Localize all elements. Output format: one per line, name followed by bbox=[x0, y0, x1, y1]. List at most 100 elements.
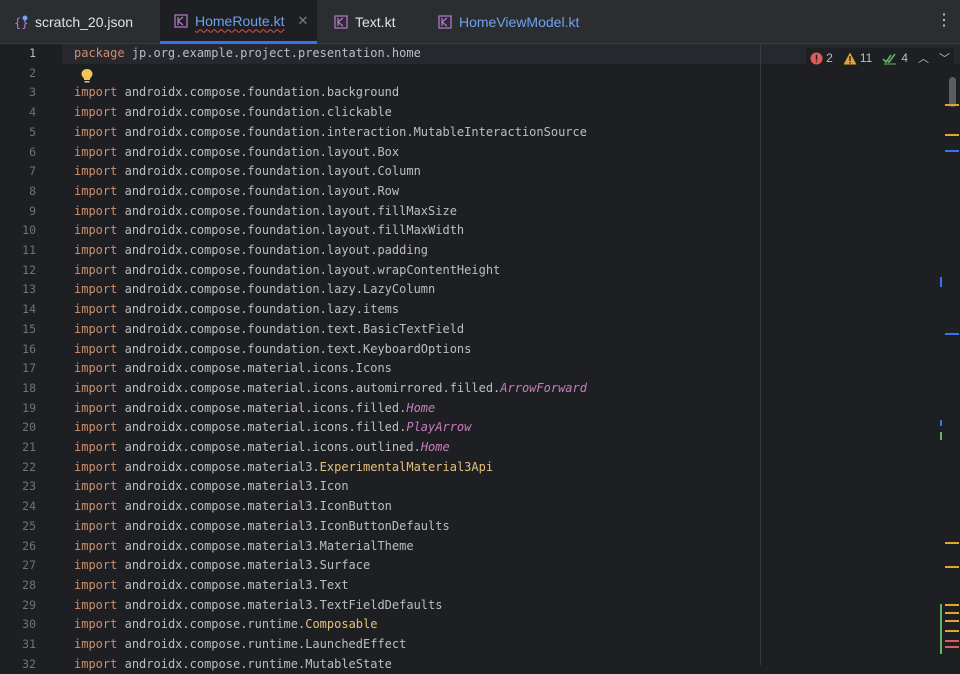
change-mark[interactable] bbox=[940, 420, 942, 426]
warning-mark[interactable] bbox=[945, 612, 959, 614]
code-line[interactable]: import androidx.compose.foundation.layou… bbox=[74, 143, 399, 163]
tab-homeviewmodel[interactable]: HomeViewModel.kt bbox=[424, 0, 594, 44]
code-line[interactable]: import androidx.compose.material3.IconBu… bbox=[74, 497, 392, 517]
error-count-label: 2 bbox=[826, 51, 833, 65]
keyword-token: import bbox=[74, 105, 118, 120]
code-line[interactable]: import androidx.compose.material.icons.o… bbox=[74, 438, 450, 458]
code-token: androidx.compose.foundation.layout.fillM… bbox=[124, 223, 465, 238]
code-area[interactable]: package jp.org.example.project.presentat… bbox=[74, 44, 764, 671]
code-line[interactable]: import androidx.compose.material3.Materi… bbox=[74, 537, 414, 557]
line-number: 20 bbox=[22, 420, 36, 435]
warning-mark[interactable] bbox=[945, 566, 959, 568]
code-line[interactable]: import androidx.compose.foundation.text.… bbox=[74, 320, 464, 340]
line-number: 2 bbox=[29, 65, 36, 80]
code-token: androidx.compose.foundation.background bbox=[124, 85, 400, 100]
code-token: androidx.compose.material3.IconButton bbox=[124, 499, 392, 514]
code-line[interactable]: import androidx.compose.material.icons.f… bbox=[74, 399, 435, 419]
change-mark[interactable] bbox=[940, 604, 942, 654]
warning-mark[interactable] bbox=[945, 542, 959, 544]
tab-text[interactable]: Text.kt bbox=[320, 0, 420, 44]
code-line[interactable]: import androidx.compose.material.icons.f… bbox=[74, 418, 471, 438]
code-line[interactable]: import androidx.compose.foundation.click… bbox=[74, 103, 392, 123]
code-line[interactable]: import androidx.compose.foundation.inter… bbox=[74, 123, 587, 143]
code-line[interactable]: import androidx.compose.foundation.layou… bbox=[74, 261, 500, 281]
code-token: androidx.compose.foundation.layout.fillM… bbox=[124, 203, 457, 218]
error-count[interactable]: 2 bbox=[810, 51, 833, 65]
code-line[interactable]: import androidx.compose.material3.Text bbox=[74, 576, 349, 596]
line-number: 15 bbox=[22, 321, 36, 336]
keyword-token: import bbox=[74, 361, 118, 376]
code-line[interactable]: package jp.org.example.project.presentat… bbox=[74, 44, 421, 64]
code-line[interactable]: import androidx.compose.material3.Icon bbox=[74, 477, 349, 497]
line-number: 23 bbox=[22, 479, 36, 494]
warning-mark[interactable] bbox=[945, 620, 959, 622]
warning-mark[interactable] bbox=[945, 104, 959, 106]
warning-count[interactable]: 11 bbox=[843, 51, 872, 65]
warning-mark[interactable] bbox=[945, 604, 959, 606]
keyword-token: import bbox=[74, 400, 118, 415]
close-icon[interactable]: ✕ bbox=[297, 13, 308, 29]
chevron-up-icon[interactable]: ︿ bbox=[918, 50, 929, 66]
code-line[interactable]: import androidx.compose.material3.IconBu… bbox=[74, 517, 450, 537]
line-number: 25 bbox=[22, 518, 36, 533]
code-line[interactable]: import androidx.compose.material.icons.I… bbox=[74, 359, 392, 379]
warning-mark[interactable] bbox=[945, 630, 959, 632]
code-line[interactable]: import androidx.compose.runtime.MutableS… bbox=[74, 655, 392, 674]
keyword-token: import bbox=[74, 518, 118, 533]
error-mark[interactable] bbox=[945, 640, 959, 642]
more-options-icon[interactable]: ⋮ bbox=[936, 12, 952, 30]
code-token: androidx.compose.foundation.lazy.LazyCol… bbox=[124, 282, 436, 297]
keyword-token: import bbox=[74, 341, 118, 356]
code-token: androidx.compose.foundation.interaction.… bbox=[124, 124, 587, 139]
ok-count[interactable]: 4 bbox=[882, 51, 908, 65]
line-number: 24 bbox=[22, 499, 36, 514]
line-number: 14 bbox=[22, 302, 36, 317]
code-line[interactable]: import androidx.compose.foundation.layou… bbox=[74, 202, 457, 222]
code-token: androidx.compose.foundation.layout.wrapC… bbox=[124, 262, 501, 277]
code-line[interactable]: import androidx.compose.foundation.backg… bbox=[74, 83, 399, 103]
info-mark[interactable] bbox=[945, 333, 959, 335]
code-line[interactable]: import androidx.compose.foundation.layou… bbox=[74, 221, 464, 241]
code-token: androidx.compose.foundation.lazy.items bbox=[124, 302, 400, 317]
code-token: Composable bbox=[305, 617, 378, 632]
code-line[interactable]: import androidx.compose.material3.TextFi… bbox=[74, 596, 442, 616]
code-line[interactable]: import androidx.compose.foundation.layou… bbox=[74, 241, 428, 261]
line-number: 27 bbox=[22, 558, 36, 573]
tab-label: scratch_20.json bbox=[35, 14, 134, 30]
code-token: androidx.compose.foundation.text.Keyboar… bbox=[124, 341, 472, 356]
code-token: ExperimentalMaterial3Api bbox=[319, 459, 494, 474]
warning-mark[interactable] bbox=[945, 134, 959, 136]
vertical-scrollbar[interactable] bbox=[949, 77, 956, 107]
tab-scratch-json[interactable]: {} scratch_20.json bbox=[0, 0, 158, 44]
line-number: 5 bbox=[29, 124, 36, 139]
ok-count-label: 4 bbox=[901, 51, 908, 65]
kotlin-file-icon bbox=[438, 15, 452, 29]
code-line[interactable]: import androidx.compose.runtime.Composab… bbox=[74, 615, 377, 635]
code-line[interactable]: import androidx.compose.material.icons.a… bbox=[74, 379, 587, 399]
code-line[interactable]: import androidx.compose.foundation.layou… bbox=[74, 162, 421, 182]
change-mark[interactable] bbox=[940, 432, 942, 440]
editor-tab-bar: {} scratch_20.json HomeRoute.kt ✕ Text.k… bbox=[0, 0, 960, 44]
code-token: androidx.compose.foundation.layout.Colum… bbox=[124, 164, 421, 179]
line-number: 22 bbox=[22, 459, 36, 474]
line-number: 10 bbox=[22, 223, 36, 238]
code-line[interactable]: import androidx.compose.material3.Surfac… bbox=[74, 556, 370, 576]
tab-homeroute[interactable]: HomeRoute.kt ✕ bbox=[160, 0, 317, 44]
code-line[interactable]: import androidx.compose.material3.Experi… bbox=[74, 458, 493, 478]
info-mark[interactable] bbox=[945, 150, 959, 152]
code-line[interactable]: import androidx.compose.runtime.Launched… bbox=[74, 635, 406, 655]
line-number: 7 bbox=[29, 164, 36, 179]
code-editor[interactable]: 1 2 3 4 5 6 7 8 9 10 11 12 13 14 15 16 17 18 19 20 21 22 23 24 2… bbox=[0, 44, 960, 671]
code-line[interactable]: import androidx.compose.foundation.lazy.… bbox=[74, 280, 435, 300]
chevron-down-icon[interactable]: ﹀ bbox=[939, 50, 950, 66]
error-mark[interactable] bbox=[945, 646, 959, 648]
line-number: 9 bbox=[29, 203, 36, 218]
keyword-token: import bbox=[74, 637, 118, 651]
code-line[interactable]: import androidx.compose.foundation.text.… bbox=[74, 340, 471, 360]
inspection-widget[interactable]: 2 11 4 ︿ ﹀ bbox=[806, 48, 954, 68]
code-line[interactable]: import androidx.compose.foundation.lazy.… bbox=[74, 300, 399, 320]
code-line[interactable]: import androidx.compose.foundation.layou… bbox=[74, 182, 399, 202]
change-mark[interactable] bbox=[940, 277, 942, 287]
line-number: 12 bbox=[22, 262, 36, 277]
keyword-token: import bbox=[74, 144, 118, 159]
